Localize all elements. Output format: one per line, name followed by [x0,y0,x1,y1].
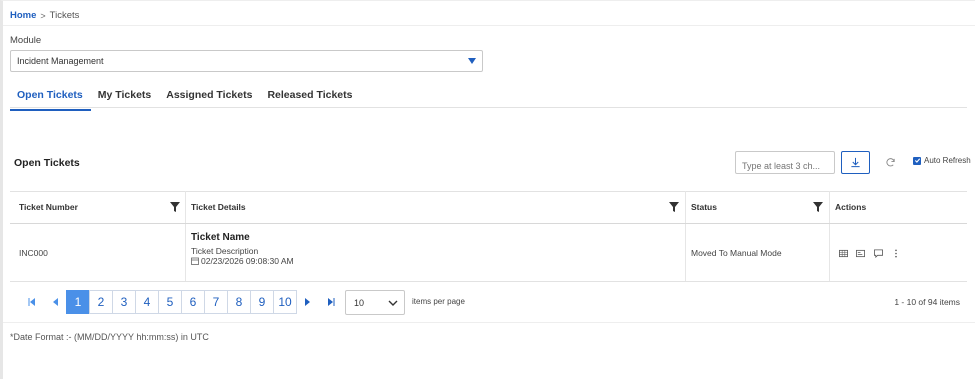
table-top-border [10,191,967,192]
tabs-divider [10,107,967,108]
next-page-button[interactable] [296,290,319,314]
column-header-actions: Actions [835,202,867,212]
table-icon[interactable] [839,249,848,258]
filter-icon[interactable] [669,202,679,212]
previous-page-button[interactable] [43,290,66,314]
ticket-status: Moved To Manual Mode [691,248,782,258]
column-divider [829,191,830,281]
page-button-4[interactable]: 4 [135,290,159,314]
page-button-10[interactable]: 10 [273,290,297,314]
section-title: Open Tickets [14,157,80,169]
ticket-number: INC000 [19,248,48,258]
breadcrumb-home-link[interactable]: Home [10,10,36,21]
download-button[interactable] [841,151,870,174]
ticket-description: Ticket Description [191,246,259,256]
ticket-date-text: 02/23/2026 09:08:30 AM [201,256,294,266]
page-button-8[interactable]: 8 [227,290,251,314]
table-row-border [10,281,967,282]
pagination-range: 1 - 10 of 94 items [894,297,960,307]
comment-icon[interactable] [874,249,883,258]
last-page-icon [327,298,334,306]
ticket-name[interactable]: Ticket Name [191,232,250,243]
table-header-border [10,223,967,224]
column-header-ticket-details: Ticket Details [191,202,246,212]
items-per-page-select[interactable]: 10 [345,290,405,315]
caret-down-icon [468,58,476,64]
calendar-icon [191,257,199,265]
footer-divider [3,322,975,323]
first-page-button[interactable] [20,290,43,314]
column-header-status: Status [691,202,717,212]
first-page-icon [28,298,35,306]
column-header-ticket-number: Ticket Number [19,202,78,212]
date-format-note: *Date Format :- (MM/DD/YYYY hh:mm:ss) in… [10,332,209,342]
last-page-button[interactable] [319,290,342,314]
breadcrumb-current: Tickets [49,10,80,21]
breadcrumb-separator: > [40,10,46,21]
page-button-9[interactable]: 9 [250,290,274,314]
page-button-2[interactable]: 2 [89,290,113,314]
page-button-1[interactable]: 1 [66,290,90,314]
chevron-down-icon [388,300,398,306]
module-select-value: Incident Management [17,56,104,66]
auto-refresh-toggle[interactable]: Auto Refresh [913,156,971,165]
items-per-page-value: 10 [354,297,365,308]
page-button-5[interactable]: 5 [158,290,182,314]
items-per-page-label: items per page [412,297,465,306]
ticket-date: 02/23/2026 09:08:30 AM [191,256,294,266]
pagination: 1 2 3 4 5 6 7 8 9 10 [20,290,342,314]
module-select[interactable]: Incident Management [10,50,483,72]
module-label: Module [10,35,42,46]
refresh-button[interactable] [884,156,897,169]
search-input[interactable] [735,151,835,174]
auto-refresh-label: Auto Refresh [924,156,971,165]
breadcrumb: Home > Tickets [10,10,79,21]
column-divider [185,191,186,281]
divider [3,25,975,26]
page-button-3[interactable]: 3 [112,290,136,314]
column-divider [685,191,686,281]
refresh-icon [886,158,895,167]
page-button-7[interactable]: 7 [204,290,228,314]
page-button-6[interactable]: 6 [181,290,205,314]
checkbox-checked-icon[interactable] [913,156,921,165]
more-vertical-icon[interactable] [893,249,899,258]
filter-icon[interactable] [813,202,823,212]
next-page-icon [304,298,310,306]
card-icon[interactable] [856,249,865,258]
download-icon [851,157,860,168]
filter-icon[interactable] [170,202,180,212]
previous-page-icon [52,298,58,306]
